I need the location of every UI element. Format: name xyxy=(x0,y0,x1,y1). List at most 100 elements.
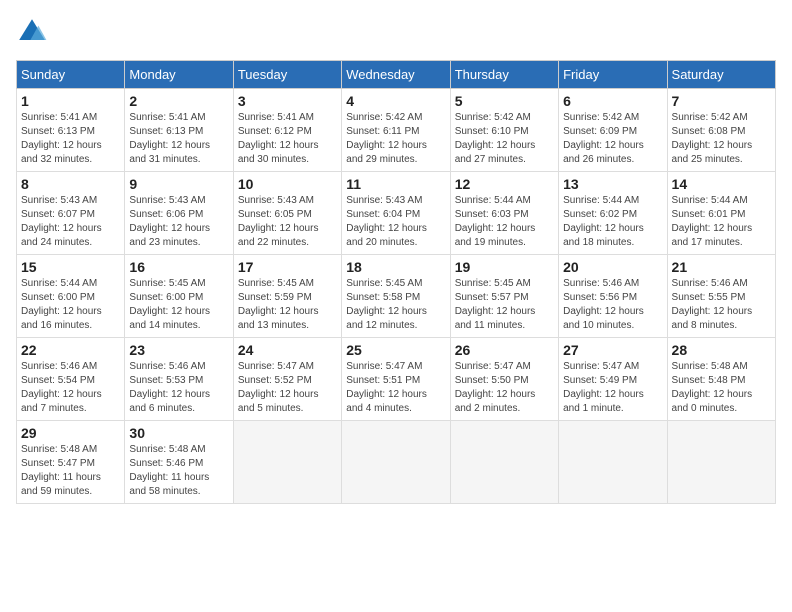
calendar-week-4: 22 Sunrise: 5:46 AM Sunset: 5:54 PM Dayli… xyxy=(17,338,776,421)
day-info: Sunrise: 5:44 AM Sunset: 6:02 PM Dayligh… xyxy=(563,194,662,250)
day-number: 23 xyxy=(129,342,228,358)
day-number: 5 xyxy=(455,93,554,109)
day-number: 14 xyxy=(672,176,771,192)
empty-cell xyxy=(450,421,558,504)
day-header-tuesday: Tuesday xyxy=(233,61,341,89)
day-info: Sunrise: 5:44 AM Sunset: 6:00 PM Dayligh… xyxy=(21,277,120,333)
day-cell-28: 28 Sunrise: 5:48 AM Sunset: 5:48 PM Dayli… xyxy=(667,338,775,421)
day-cell-6: 6 Sunrise: 5:42 AM Sunset: 6:09 PM Daylig… xyxy=(559,89,667,172)
day-info: Sunrise: 5:41 AM Sunset: 6:12 PM Dayligh… xyxy=(238,111,337,167)
day-number: 6 xyxy=(563,93,662,109)
day-number: 22 xyxy=(21,342,120,358)
day-number: 2 xyxy=(129,93,228,109)
day-header-sunday: Sunday xyxy=(17,61,125,89)
day-info: Sunrise: 5:45 AM Sunset: 5:59 PM Dayligh… xyxy=(238,277,337,333)
day-cell-22: 22 Sunrise: 5:46 AM Sunset: 5:54 PM Dayli… xyxy=(17,338,125,421)
calendar-body: 1 Sunrise: 5:41 AM Sunset: 6:13 PM Daylig… xyxy=(17,89,776,504)
day-number: 24 xyxy=(238,342,337,358)
logo-icon xyxy=(16,16,48,48)
calendar-header-row: SundayMondayTuesdayWednesdayThursdayFrid… xyxy=(17,61,776,89)
day-info: Sunrise: 5:47 AM Sunset: 5:49 PM Dayligh… xyxy=(563,360,662,416)
day-info: Sunrise: 5:44 AM Sunset: 6:03 PM Dayligh… xyxy=(455,194,554,250)
day-header-saturday: Saturday xyxy=(667,61,775,89)
day-info: Sunrise: 5:46 AM Sunset: 5:55 PM Dayligh… xyxy=(672,277,771,333)
day-number: 1 xyxy=(21,93,120,109)
day-info: Sunrise: 5:42 AM Sunset: 6:10 PM Dayligh… xyxy=(455,111,554,167)
day-number: 7 xyxy=(672,93,771,109)
day-cell-5: 5 Sunrise: 5:42 AM Sunset: 6:10 PM Daylig… xyxy=(450,89,558,172)
day-number: 29 xyxy=(21,425,120,441)
day-number: 26 xyxy=(455,342,554,358)
day-info: Sunrise: 5:42 AM Sunset: 6:11 PM Dayligh… xyxy=(346,111,445,167)
day-number: 20 xyxy=(563,259,662,275)
day-info: Sunrise: 5:42 AM Sunset: 6:09 PM Dayligh… xyxy=(563,111,662,167)
day-cell-4: 4 Sunrise: 5:42 AM Sunset: 6:11 PM Daylig… xyxy=(342,89,450,172)
day-number: 25 xyxy=(346,342,445,358)
calendar-table: SundayMondayTuesdayWednesdayThursdayFrid… xyxy=(16,60,776,504)
day-info: Sunrise: 5:44 AM Sunset: 6:01 PM Dayligh… xyxy=(672,194,771,250)
day-number: 15 xyxy=(21,259,120,275)
day-info: Sunrise: 5:45 AM Sunset: 5:57 PM Dayligh… xyxy=(455,277,554,333)
day-info: Sunrise: 5:43 AM Sunset: 6:06 PM Dayligh… xyxy=(129,194,228,250)
day-number: 8 xyxy=(21,176,120,192)
day-cell-19: 19 Sunrise: 5:45 AM Sunset: 5:57 PM Dayli… xyxy=(450,255,558,338)
day-cell-2: 2 Sunrise: 5:41 AM Sunset: 6:13 PM Daylig… xyxy=(125,89,233,172)
day-info: Sunrise: 5:48 AM Sunset: 5:46 PM Dayligh… xyxy=(129,443,228,499)
day-number: 4 xyxy=(346,93,445,109)
empty-cell xyxy=(233,421,341,504)
day-cell-21: 21 Sunrise: 5:46 AM Sunset: 5:55 PM Dayli… xyxy=(667,255,775,338)
day-info: Sunrise: 5:48 AM Sunset: 5:48 PM Dayligh… xyxy=(672,360,771,416)
day-info: Sunrise: 5:41 AM Sunset: 6:13 PM Dayligh… xyxy=(129,111,228,167)
calendar-week-1: 1 Sunrise: 5:41 AM Sunset: 6:13 PM Daylig… xyxy=(17,89,776,172)
day-number: 11 xyxy=(346,176,445,192)
day-info: Sunrise: 5:47 AM Sunset: 5:51 PM Dayligh… xyxy=(346,360,445,416)
day-number: 30 xyxy=(129,425,228,441)
day-info: Sunrise: 5:43 AM Sunset: 6:05 PM Dayligh… xyxy=(238,194,337,250)
day-cell-16: 16 Sunrise: 5:45 AM Sunset: 6:00 PM Dayli… xyxy=(125,255,233,338)
day-info: Sunrise: 5:46 AM Sunset: 5:56 PM Dayligh… xyxy=(563,277,662,333)
day-cell-20: 20 Sunrise: 5:46 AM Sunset: 5:56 PM Dayli… xyxy=(559,255,667,338)
day-cell-27: 27 Sunrise: 5:47 AM Sunset: 5:49 PM Dayli… xyxy=(559,338,667,421)
day-cell-30: 30 Sunrise: 5:48 AM Sunset: 5:46 PM Dayli… xyxy=(125,421,233,504)
empty-cell xyxy=(342,421,450,504)
day-header-monday: Monday xyxy=(125,61,233,89)
day-cell-11: 11Sunrise: 5:43 AM Sunset: 6:04 PM Dayli… xyxy=(342,172,450,255)
day-cell-23: 23Sunrise: 5:46 AM Sunset: 5:53 PM Dayli… xyxy=(125,338,233,421)
day-info: Sunrise: 5:43 AM Sunset: 6:07 PM Dayligh… xyxy=(21,194,120,250)
day-number: 16 xyxy=(129,259,228,275)
day-number: 17 xyxy=(238,259,337,275)
day-info: Sunrise: 5:48 AM Sunset: 5:47 PM Dayligh… xyxy=(21,443,120,499)
day-number: 19 xyxy=(455,259,554,275)
day-cell-13: 13 Sunrise: 5:44 AM Sunset: 6:02 PM Dayli… xyxy=(559,172,667,255)
day-cell-9: 9Sunrise: 5:43 AM Sunset: 6:06 PM Daylig… xyxy=(125,172,233,255)
day-number: 13 xyxy=(563,176,662,192)
day-info: Sunrise: 5:46 AM Sunset: 5:54 PM Dayligh… xyxy=(21,360,120,416)
day-number: 3 xyxy=(238,93,337,109)
day-header-thursday: Thursday xyxy=(450,61,558,89)
day-number: 10 xyxy=(238,176,337,192)
day-info: Sunrise: 5:41 AM Sunset: 6:13 PM Dayligh… xyxy=(21,111,120,167)
day-cell-15: 15 Sunrise: 5:44 AM Sunset: 6:00 PM Dayli… xyxy=(17,255,125,338)
calendar-week-2: 8 Sunrise: 5:43 AM Sunset: 6:07 PM Daylig… xyxy=(17,172,776,255)
page-header xyxy=(16,16,776,48)
day-number: 21 xyxy=(672,259,771,275)
day-info: Sunrise: 5:47 AM Sunset: 5:52 PM Dayligh… xyxy=(238,360,337,416)
day-info: Sunrise: 5:47 AM Sunset: 5:50 PM Dayligh… xyxy=(455,360,554,416)
day-number: 28 xyxy=(672,342,771,358)
day-cell-1: 1 Sunrise: 5:41 AM Sunset: 6:13 PM Daylig… xyxy=(17,89,125,172)
day-cell-7: 7Sunrise: 5:42 AM Sunset: 6:08 PM Daylig… xyxy=(667,89,775,172)
day-cell-14: 14 Sunrise: 5:44 AM Sunset: 6:01 PM Dayli… xyxy=(667,172,775,255)
day-cell-18: 18Sunrise: 5:45 AM Sunset: 5:58 PM Dayli… xyxy=(342,255,450,338)
day-info: Sunrise: 5:45 AM Sunset: 6:00 PM Dayligh… xyxy=(129,277,228,333)
day-info: Sunrise: 5:45 AM Sunset: 5:58 PM Dayligh… xyxy=(346,277,445,333)
empty-cell xyxy=(667,421,775,504)
day-number: 12 xyxy=(455,176,554,192)
day-header-friday: Friday xyxy=(559,61,667,89)
day-cell-24: 24 Sunrise: 5:47 AM Sunset: 5:52 PM Dayli… xyxy=(233,338,341,421)
day-cell-26: 26 Sunrise: 5:47 AM Sunset: 5:50 PM Dayli… xyxy=(450,338,558,421)
day-cell-25: 25 Sunrise: 5:47 AM Sunset: 5:51 PM Dayli… xyxy=(342,338,450,421)
day-cell-10: 10 Sunrise: 5:43 AM Sunset: 6:05 PM Dayli… xyxy=(233,172,341,255)
day-cell-3: 3 Sunrise: 5:41 AM Sunset: 6:12 PM Daylig… xyxy=(233,89,341,172)
day-number: 27 xyxy=(563,342,662,358)
day-cell-12: 12 Sunrise: 5:44 AM Sunset: 6:03 PM Dayli… xyxy=(450,172,558,255)
